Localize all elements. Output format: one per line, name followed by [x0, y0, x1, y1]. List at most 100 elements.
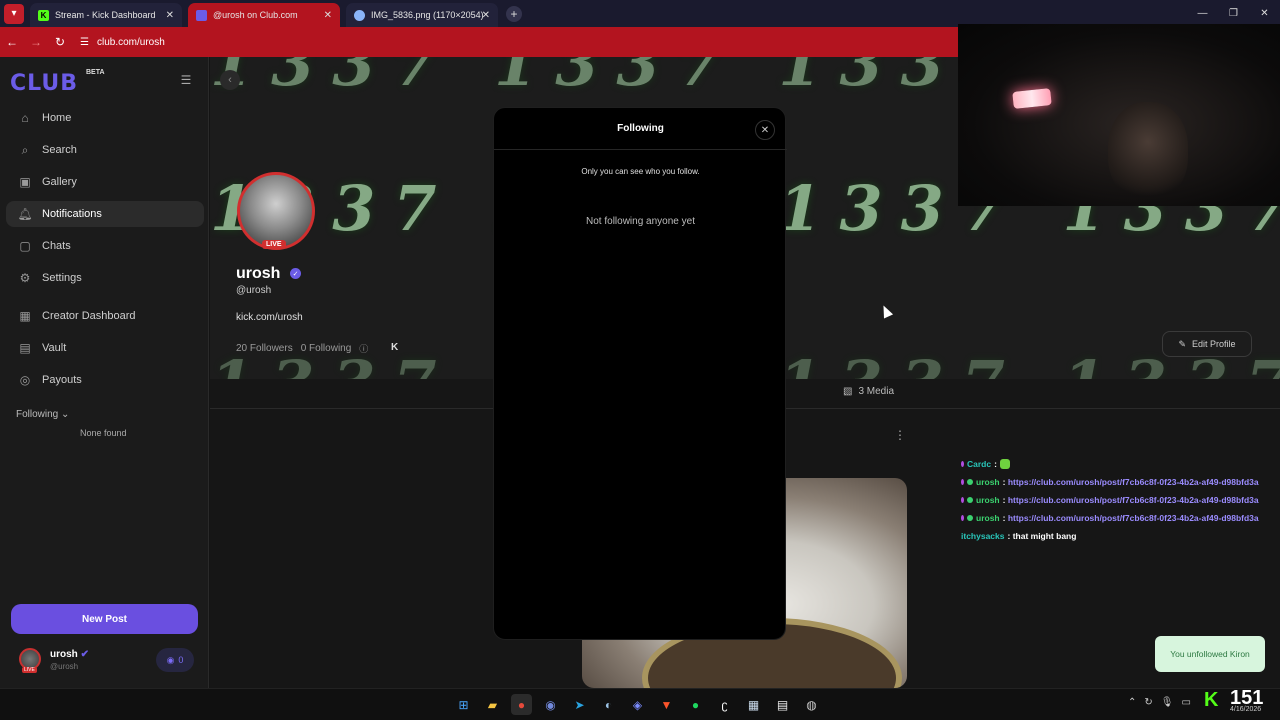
- window-controls: — ❐ ✕: [1187, 0, 1280, 27]
- minimize-icon[interactable]: —: [1187, 0, 1218, 27]
- kick-icon[interactable]: K: [391, 342, 398, 353]
- chat-link[interactable]: https://club.com/urosh/post/f7cb6c8f-0f2…: [1008, 495, 1259, 505]
- chat-overlay: Cardc: urosh: https://club.com/urosh/pos…: [961, 455, 1280, 545]
- light-stick: [1012, 88, 1052, 109]
- mic-icon[interactable]: 🎙︎: [1161, 697, 1174, 708]
- user-name: urosh ✔: [50, 649, 89, 660]
- chat-message: urosh: https://club.com/urosh/post/f7cb6…: [961, 491, 1280, 509]
- sidebar-item-label: Gallery: [42, 176, 77, 188]
- tab-search-icon[interactable]: ▾: [4, 3, 24, 24]
- tab-kick-dashboard[interactable]: K Stream - Kick Dashboard ✕: [30, 3, 182, 27]
- tab-close-icon[interactable]: ✕: [482, 10, 490, 21]
- following-section-toggle[interactable]: Following ⌄: [16, 409, 69, 420]
- sidebar-item-gallery[interactable]: ▣ Gallery: [6, 169, 204, 195]
- close-window-icon[interactable]: ✕: [1249, 0, 1280, 27]
- site-info-icon[interactable]: ☰: [80, 37, 89, 48]
- tab-media[interactable]: ▧ 3 Media: [843, 386, 894, 397]
- chevron-up-icon[interactable]: ⌃: [1128, 697, 1136, 708]
- profile-avatar[interactable]: [237, 172, 315, 250]
- telegram-icon[interactable]: ➤: [569, 694, 590, 715]
- followers-count[interactable]: 20 Followers: [236, 343, 293, 354]
- chrome-icon[interactable]: ●: [511, 694, 532, 715]
- tab-club-profile[interactable]: @urosh on Club.com ✕: [188, 3, 340, 27]
- tab-image[interactable]: IMG_5836.png (1170×2054) ✕: [346, 3, 498, 27]
- modal-title: Following: [617, 123, 664, 134]
- badge-icon: [961, 497, 964, 503]
- following-count[interactable]: 0 Following: [301, 343, 352, 354]
- monitor-icon[interactable]: ▭: [1181, 697, 1190, 708]
- steam-icon[interactable]: ◐: [598, 694, 619, 715]
- forward-icon[interactable]: →: [24, 35, 48, 49]
- sidebar-item-settings[interactable]: ⚙ Settings: [6, 265, 204, 291]
- coin-icon: ◉: [166, 654, 175, 665]
- chat-link[interactable]: https://club.com/urosh/post/f7cb6c8f-0f2…: [1008, 513, 1259, 523]
- verified-icon: ✓: [290, 268, 301, 279]
- more-options-icon[interactable]: ⋮: [894, 428, 906, 442]
- sidebar-item-label: Search: [42, 144, 77, 156]
- close-icon[interactable]: ✕: [755, 120, 775, 140]
- chat-message: urosh: https://club.com/urosh/post/f7cb6…: [961, 509, 1280, 527]
- brave-icon[interactable]: ▼: [656, 694, 677, 715]
- profile-link[interactable]: kick.com/urosh: [236, 312, 303, 323]
- payouts-icon: ◎: [19, 373, 31, 387]
- sidebar-item-notifications[interactable]: 🔔︎ Notifications: [6, 201, 204, 227]
- address-bar: ← → ↻ ☰ club.com/urosh: [0, 27, 958, 57]
- home-icon: ⌂: [21, 111, 29, 125]
- badge-icon: [961, 515, 964, 521]
- notepad-icon[interactable]: ▤: [772, 694, 793, 715]
- club-logo[interactable]: CLUB: [10, 71, 78, 96]
- calculator-icon[interactable]: ▦: [743, 694, 764, 715]
- back-icon[interactable]: ←: [0, 35, 24, 49]
- spotify-icon[interactable]: ●: [685, 694, 706, 715]
- following-modal: Following ✕ Only you can see who you fol…: [493, 107, 787, 640]
- app-icon[interactable]: ʗ: [714, 694, 735, 715]
- globe-icon: [354, 9, 365, 21]
- reload-icon[interactable]: ↻: [48, 35, 72, 49]
- sidebar-item-home[interactable]: ⌂ Home: [6, 105, 204, 131]
- tab-close-icon[interactable]: ✕: [166, 10, 174, 21]
- windows-start-icon[interactable]: ⊞: [453, 694, 474, 715]
- app-icon[interactable]: ◈: [627, 694, 648, 715]
- chat-icon: ▢: [19, 239, 31, 253]
- webcam-overlay: [958, 24, 1280, 206]
- discord-icon[interactable]: ◉: [540, 694, 561, 715]
- coin-count: 0: [178, 655, 184, 665]
- chat-username: urosh: [976, 513, 1000, 523]
- info-icon[interactable]: ⓘ: [359, 342, 368, 355]
- gallery-icon: ▣: [19, 175, 31, 189]
- gear-icon: ⚙: [19, 271, 31, 285]
- tab-label: IMG_5836.png (1170×2054): [371, 10, 484, 20]
- sidebar-item-label: Vault: [42, 342, 67, 354]
- url-field[interactable]: club.com/urosh: [97, 37, 165, 48]
- vault-icon: ▤: [19, 341, 31, 355]
- sidebar-item-label: Payouts: [42, 374, 82, 386]
- coins-button[interactable]: ◉ 0: [156, 648, 194, 672]
- restore-icon[interactable]: ❐: [1218, 0, 1249, 27]
- badge-icon: [967, 515, 973, 521]
- new-tab-button[interactable]: +: [506, 5, 522, 22]
- sidebar-item-label: Home: [42, 112, 72, 124]
- live-badge: LIVE: [22, 667, 37, 673]
- chat-text: that might bang: [1012, 531, 1077, 541]
- sidebar-item-chats[interactable]: ▢ Chats: [6, 233, 204, 259]
- chat-message: Cardc:: [961, 455, 1280, 473]
- chat-username: urosh: [976, 495, 1000, 505]
- new-post-button[interactable]: New Post: [11, 604, 198, 634]
- obs-icon[interactable]: ◍: [801, 694, 822, 715]
- file-explorer-icon[interactable]: ▰: [482, 694, 503, 715]
- search-icon: ⌕: [21, 142, 29, 157]
- sidebar-item-search[interactable]: ⌕ Search: [6, 137, 204, 163]
- current-user-card[interactable]: LIVE urosh ✔ @urosh ◉ 0: [11, 644, 198, 678]
- sidebar-item-label: Settings: [42, 272, 82, 284]
- chat-link[interactable]: https://club.com/urosh/post/f7cb6c8f-0f2…: [1008, 477, 1259, 487]
- tab-close-icon[interactable]: ✕: [324, 10, 332, 21]
- sidebar-item-vault[interactable]: ▤ Vault: [6, 335, 204, 361]
- sidebar-item-creator-dashboard[interactable]: ▦ Creator Dashboard: [6, 303, 204, 329]
- sidebar-item-payouts[interactable]: ◎ Payouts: [6, 367, 204, 393]
- chat-message: urosh: https://club.com/urosh/post/f7cb6…: [961, 473, 1280, 491]
- menu-toggle-icon[interactable]: ☰: [176, 71, 196, 89]
- sync-icon[interactable]: ↻: [1144, 697, 1152, 708]
- tab-media-label: 3 Media: [858, 386, 895, 397]
- edit-profile-button[interactable]: ✎ Edit Profile: [1162, 331, 1252, 357]
- back-arrow-icon[interactable]: ‹: [220, 70, 240, 90]
